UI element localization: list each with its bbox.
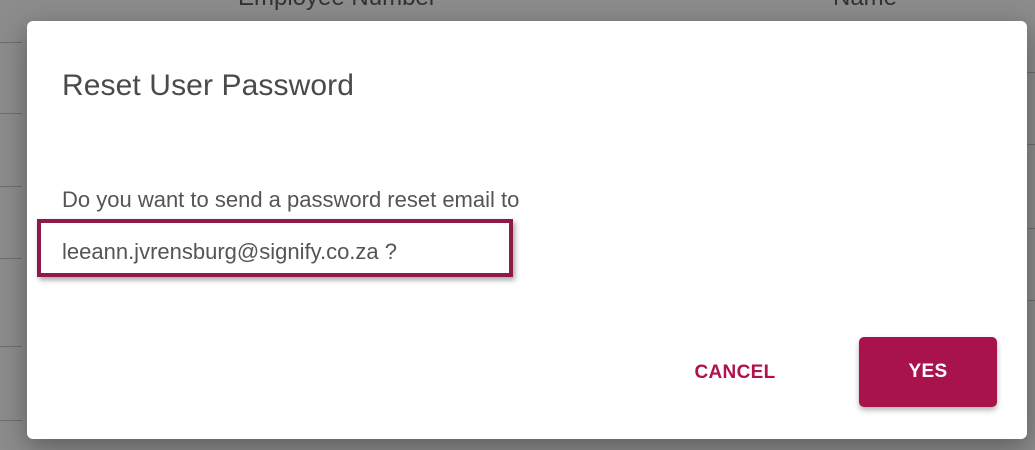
table-row-divider xyxy=(0,258,22,259)
table-row-divider xyxy=(0,186,22,187)
table-row-divider xyxy=(0,42,22,43)
dialog-email: leeann.jvrensburg@signify.co.za ? xyxy=(62,239,397,264)
table-row-divider xyxy=(0,420,22,421)
dialog-title: Reset User Password xyxy=(62,69,354,102)
yes-button[interactable]: YES xyxy=(859,337,997,407)
column-header-employee-number: Employee Number xyxy=(238,0,437,12)
column-header-name: Name xyxy=(833,0,897,12)
dialog-message: Do you want to send a password reset ema… xyxy=(62,187,520,212)
table-row-divider xyxy=(0,113,22,114)
reset-password-dialog: Reset User Password Do you want to send … xyxy=(27,21,1027,439)
table-row-divider xyxy=(0,346,22,347)
cancel-button[interactable]: CANCEL xyxy=(675,348,795,398)
